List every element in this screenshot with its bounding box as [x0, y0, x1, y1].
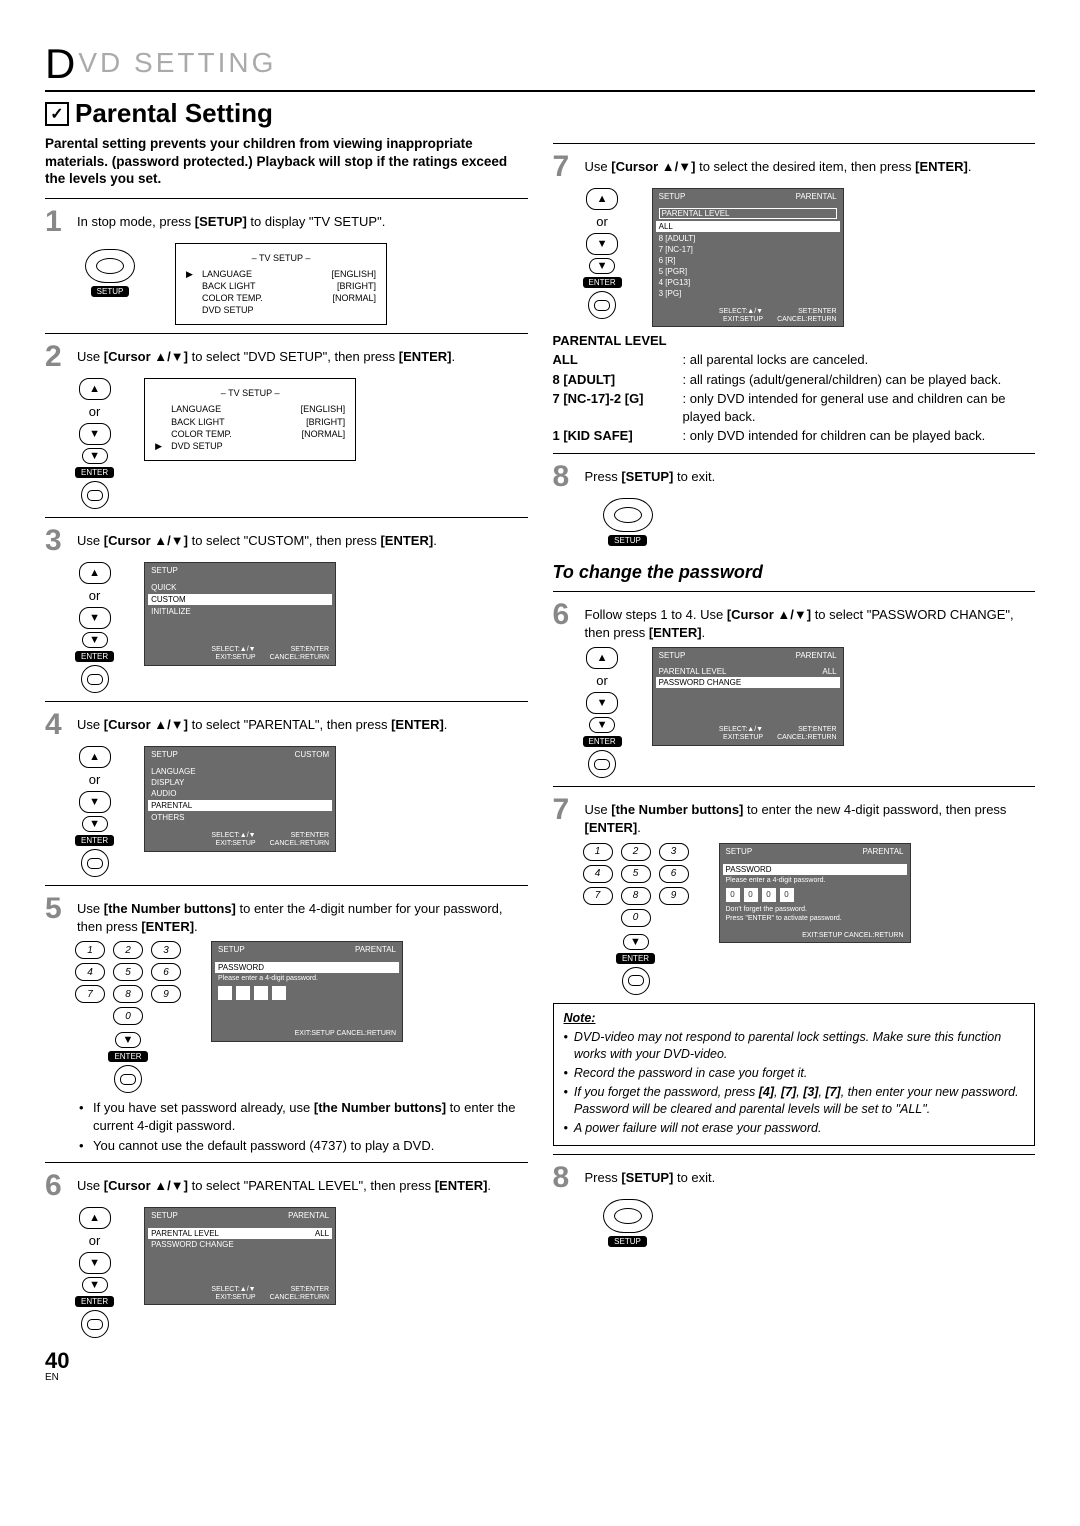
osd-parental-level-list: SETUPPARENTAL PARENTAL LEVEL ALL 8 [ADUL… — [652, 188, 844, 327]
right-column: 7 Use [Cursor ▲/▼] to select the desired… — [553, 135, 1036, 1383]
step-7: 7 Use [Cursor ▲/▼] to select the desired… — [553, 152, 1036, 182]
osd-new-password-entry: SETUPPARENTAL PASSWORD Please enter a 4-… — [719, 843, 911, 944]
osd-custom-menu: SETUPCUSTOM LANGUAGE DISPLAY AUDIO PAREN… — [144, 746, 336, 851]
cursor-enter-illustration: ▲or▼ ▼ ENTER — [75, 562, 114, 693]
osd-parental-menu: SETUPPARENTAL PARENTAL LEVELALL PASSWORD… — [144, 1207, 336, 1305]
chapter-rest: VD SETTING — [78, 47, 276, 78]
osd-quick-custom: SETUP QUICK CUSTOM INITIALIZE SELECT:▲/▼… — [144, 562, 336, 665]
note-heading: Note: — [564, 1010, 1025, 1027]
cursor-enter-illustration: ▲or▼ ▼ ENTER — [583, 647, 622, 778]
osd-password-entry: SETUPPARENTAL PASSWORD Please enter a 4-… — [211, 941, 403, 1042]
step-8-text: Press [SETUP] to exit. — [585, 462, 1036, 492]
step-1-text: In stop mode, press [SETUP] to display "… — [77, 207, 528, 237]
intro-text: Parental setting prevents your children … — [45, 135, 528, 188]
note-box: Note: •DVD-video may not respond to pare… — [553, 1003, 1036, 1146]
parental-level-heading: PARENTAL LEVEL — [553, 333, 1036, 348]
pwchange-step-6: 6 Follow steps 1 to 4. Use [Cursor ▲/▼] … — [553, 600, 1036, 641]
setup-button-illustration: SETUP — [593, 498, 663, 546]
left-column: Parental setting prevents your children … — [45, 135, 528, 1383]
language-code: EN — [45, 1372, 528, 1383]
step-4-text: Use [Cursor ▲/▼] to select "PARENTAL", t… — [77, 710, 528, 740]
step-8: 8 Press [SETUP] to exit. — [553, 462, 1036, 492]
setup-button-illustration: SETUP — [75, 249, 145, 297]
numpad-illustration: 123 456 789 0 ▼ ENTER — [583, 843, 689, 995]
pwchange-step-7: 7 Use [the Number buttons] to enter the … — [553, 795, 1036, 836]
step-6: 6 Use [Cursor ▲/▼] to select "PARENTAL L… — [45, 1171, 528, 1201]
step-5: 5 Use [the Number buttons] to enter the … — [45, 894, 528, 935]
chapter-heading: DVD SETTING — [45, 40, 1035, 92]
chapter-initial: D — [45, 40, 78, 87]
manual-page: DVD SETTING Parental Setting Parental se… — [0, 0, 1080, 1403]
tv-setup-menu-2: – TV SETUP – LANGUAGE[ENGLISH] BACK LIGH… — [144, 378, 356, 461]
parental-level-definitions: ALL: all parental locks are canceled. 8 … — [553, 351, 1036, 445]
cursor-enter-illustration: ▲or▼ ▼ ENTER — [75, 746, 114, 877]
step-5-bullets: •If you have set password already, use [… — [79, 1099, 528, 1154]
step-1: 1 In stop mode, press [SETUP] to display… — [45, 207, 528, 237]
step-3-text: Use [Cursor ▲/▼] to select "CUSTOM", the… — [77, 526, 528, 556]
subsection-title: To change the password — [553, 562, 1036, 583]
setup-button-illustration: SETUP — [593, 1199, 663, 1247]
section-title-text: Parental Setting — [75, 98, 273, 129]
step-5-text: Use [the Number buttons] to enter the 4-… — [77, 894, 528, 935]
checkbox-icon — [45, 102, 69, 126]
step-7-text: Use [Cursor ▲/▼] to select the desired i… — [585, 152, 1036, 182]
step-3: 3 Use [Cursor ▲/▼] to select "CUSTOM", t… — [45, 526, 528, 556]
pwchange-step-8: 8 Press [SETUP] to exit. — [553, 1163, 1036, 1193]
section-title: Parental Setting — [45, 98, 1035, 129]
osd-password-change-select: SETUPPARENTAL PARENTAL LEVELALL PASSWORD… — [652, 647, 844, 745]
cursor-enter-illustration: ▲or▼ ▼ ENTER — [75, 1207, 114, 1338]
tv-setup-menu: – TV SETUP – ▶LANGUAGE[ENGLISH] BACK LIG… — [175, 243, 387, 326]
cursor-enter-illustration: ▲ or ▼ ▼ ENTER — [75, 378, 114, 509]
step-4: 4 Use [Cursor ▲/▼] to select "PARENTAL",… — [45, 710, 528, 740]
step-2: 2 Use [Cursor ▲/▼] to select "DVD SETUP"… — [45, 342, 528, 372]
cursor-enter-illustration: ▲or▼ ▼ ENTER — [583, 188, 622, 319]
step-6-text: Use [Cursor ▲/▼] to select "PARENTAL LEV… — [77, 1171, 528, 1201]
page-number: 40 — [45, 1348, 528, 1374]
step-2-text: Use [Cursor ▲/▼] to select "DVD SETUP", … — [77, 342, 528, 372]
numpad-illustration: 123 456 789 0 ▼ ENTER — [75, 941, 181, 1093]
